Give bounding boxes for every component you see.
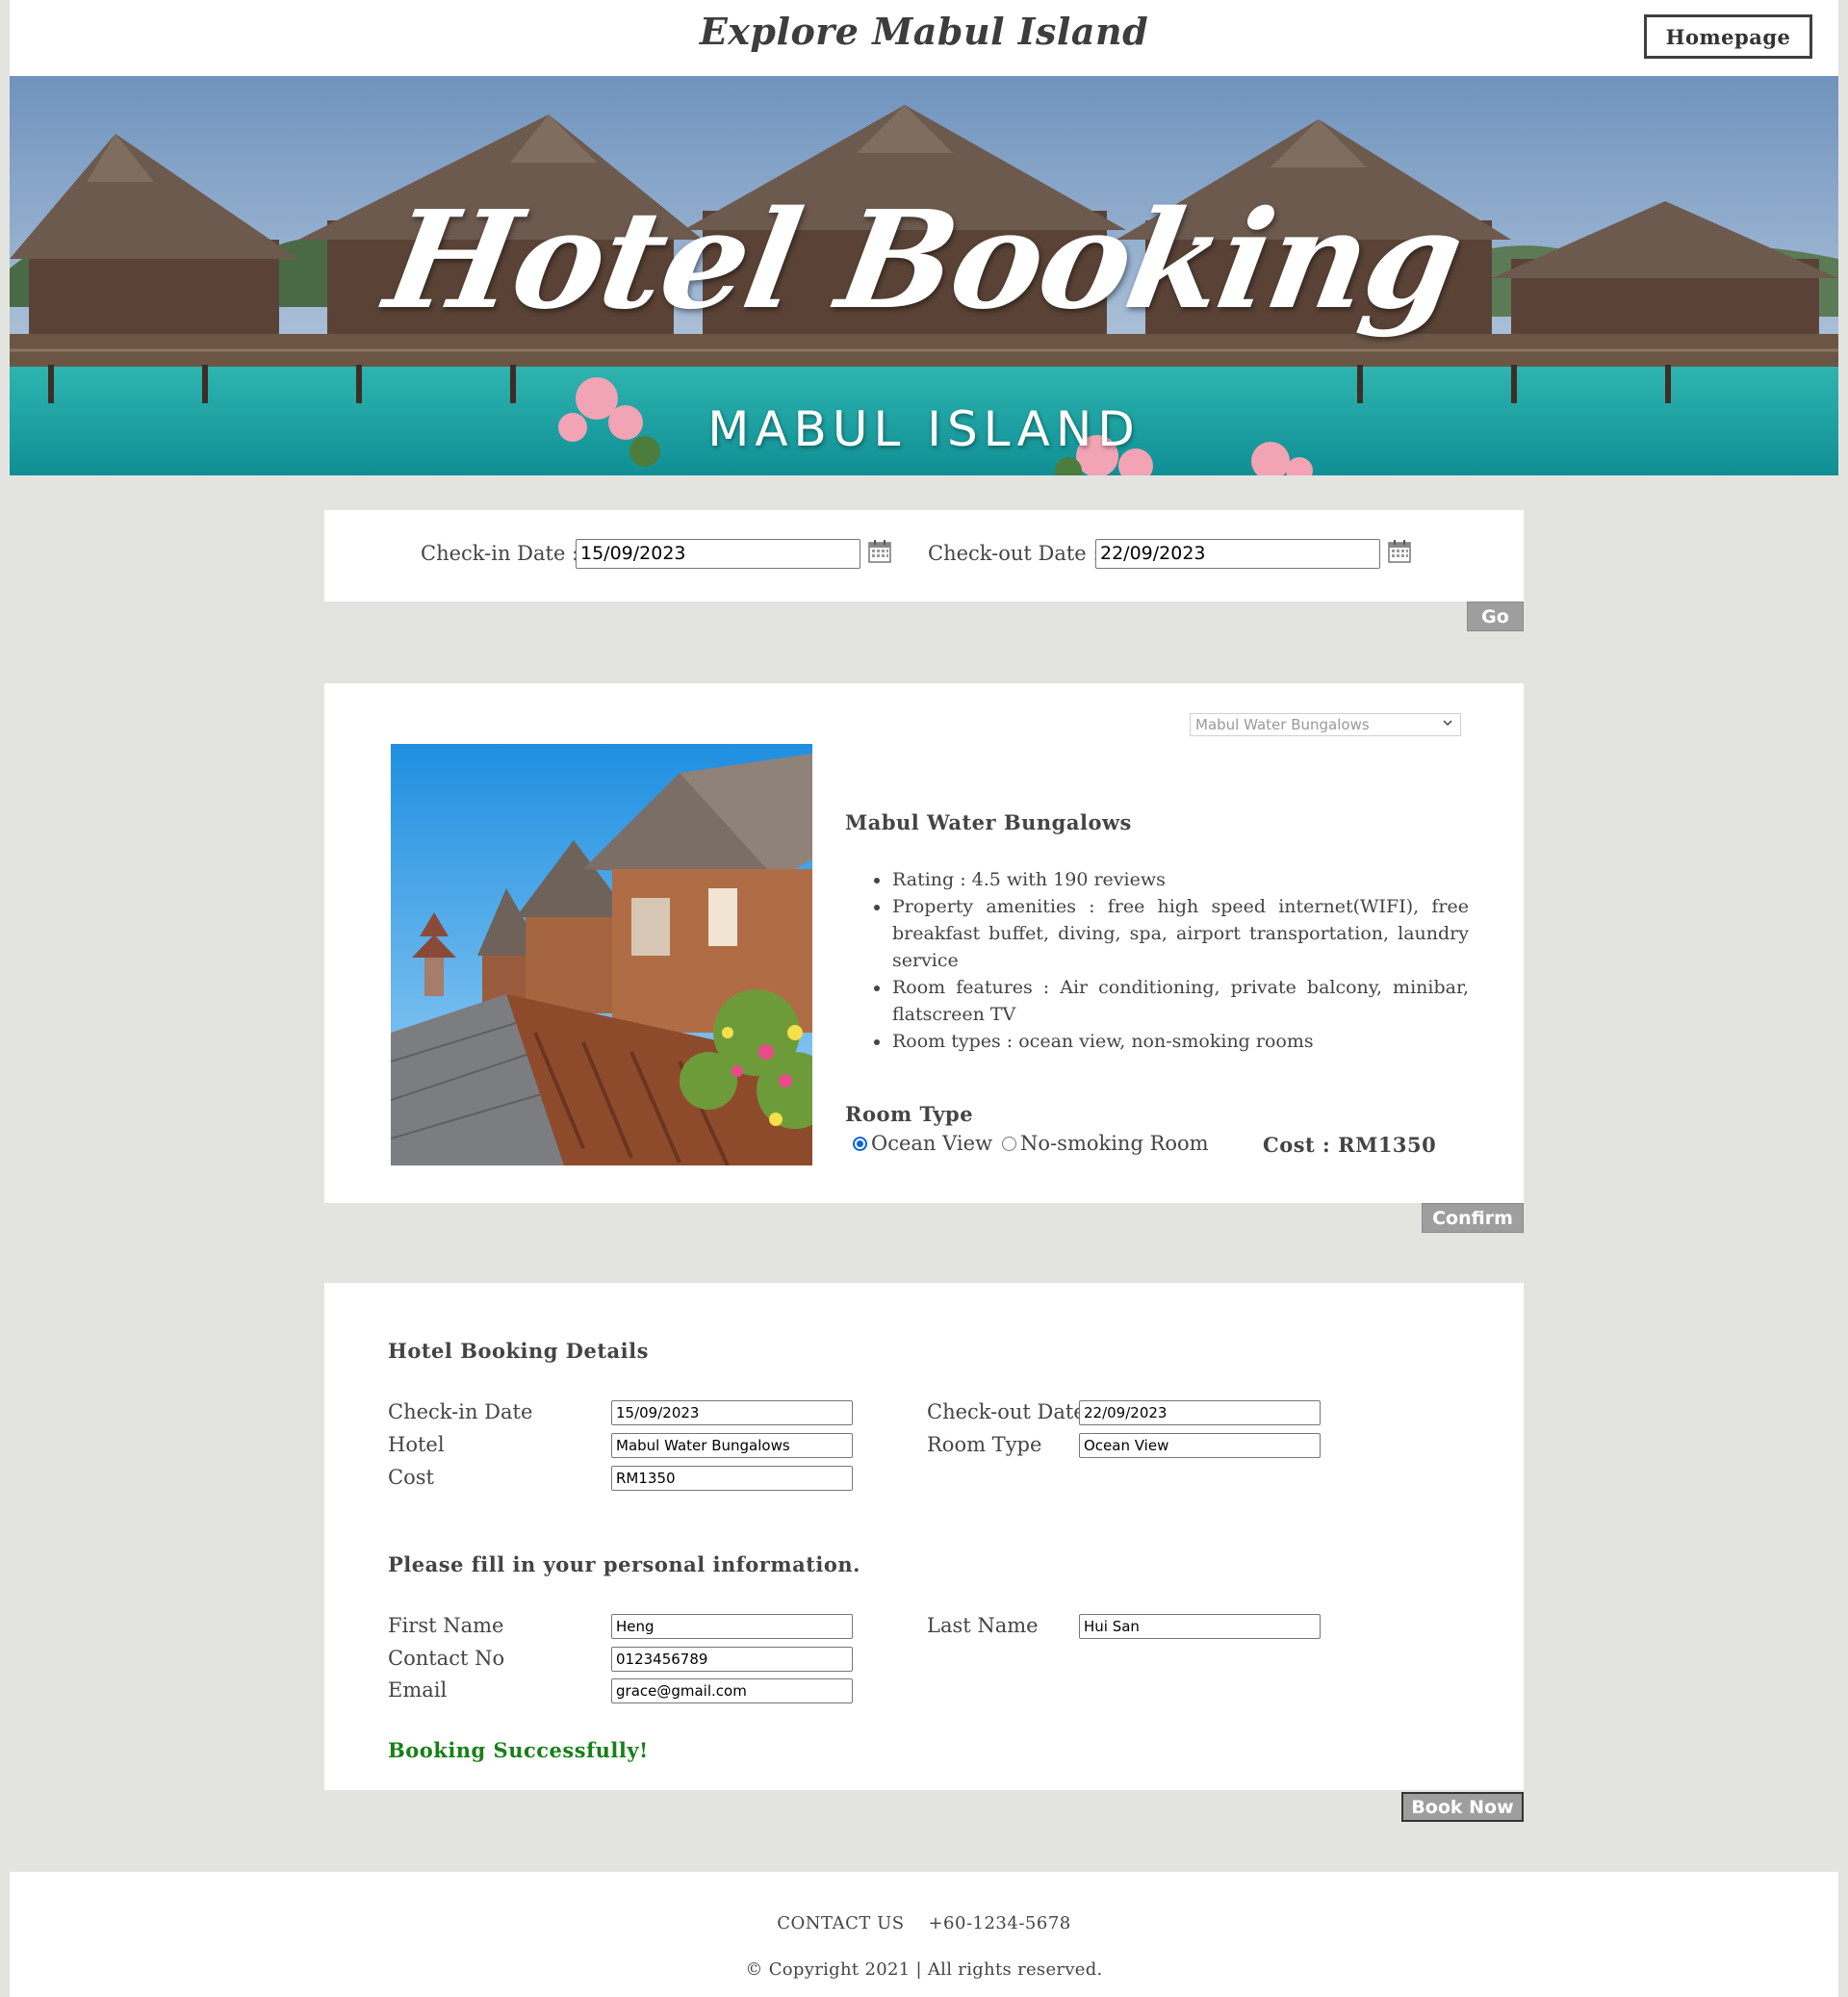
confirm-button[interactable]: Confirm — [1422, 1203, 1524, 1233]
first-name-label: First Name — [388, 1614, 504, 1637]
feature-room-types: Room types : ocean view, non-smoking roo… — [845, 1028, 1469, 1055]
feature-rating: Rating : 4.5 with 190 reviews — [845, 866, 1469, 893]
booking-cost-label: Cost — [388, 1466, 434, 1489]
footer-copyright: © Copyright 2021 | All rights reserved. — [745, 1959, 1103, 1980]
ocean-view-label[interactable]: Ocean View — [871, 1132, 992, 1155]
room-type-radio-group: Ocean View No-smoking Room — [853, 1132, 1209, 1155]
hotel-photo — [391, 744, 812, 1165]
room-cost: Cost : RM1350 — [1263, 1133, 1437, 1157]
hotel-select-value: Mabul Water Bungalows — [1195, 716, 1370, 733]
booking-details-panel: Hotel Booking Details Check-in Date 15/0… — [324, 1283, 1524, 1790]
calendar-icon[interactable] — [1387, 539, 1412, 564]
last-name-label: Last Name — [927, 1614, 1039, 1637]
hotel-info-panel: Mabul Water Bungalows Mabul Water Bungal… — [324, 683, 1524, 1203]
room-type-title: Room Type — [845, 1102, 974, 1126]
site-footer: CONTACT US +60-1234-5678 © Copyright 202… — [10, 1872, 1838, 1997]
personal-info-title: Please fill in your personal information… — [388, 1552, 860, 1576]
booking-room-type-label: Room Type — [927, 1433, 1042, 1456]
hero-title: Hotel Booking — [375, 182, 1473, 340]
booking-hotel-label: Hotel — [388, 1433, 445, 1456]
first-name-input[interactable]: Heng — [611, 1614, 853, 1639]
date-search-panel: Check-in Date : 15/09/2023 Check-out Dat… — [324, 510, 1524, 602]
footer-contact: CONTACT US +60-1234-5678 — [777, 1913, 1071, 1933]
calendar-icon[interactable] — [867, 539, 892, 564]
feature-room-features: Room features : Air conditioning, privat… — [845, 974, 1469, 1028]
email-label: Email — [388, 1678, 448, 1702]
booking-checkin-label: Check-in Date — [388, 1400, 533, 1423]
checkout-date-input[interactable]: 22/09/2023 — [1095, 539, 1380, 569]
hotel-select[interactable]: Mabul Water Bungalows — [1190, 713, 1461, 736]
booking-success-message: Booking Successfully! — [388, 1738, 649, 1762]
booking-hotel-input[interactable]: Mabul Water Bungalows — [611, 1433, 853, 1458]
booking-room-type-input[interactable]: Ocean View — [1079, 1433, 1321, 1458]
booking-cost-input[interactable]: RM1350 — [611, 1466, 853, 1491]
site-title: Explore Mabul Island — [699, 10, 1149, 53]
hero-banner: Hotel Booking MABUL ISLAND — [10, 76, 1838, 475]
booking-checkin-input[interactable]: 15/09/2023 — [611, 1400, 853, 1425]
checkin-label: Check-in Date : — [421, 542, 579, 565]
hotel-name: Mabul Water Bungalows — [845, 810, 1132, 834]
contact-input[interactable]: 0123456789 — [611, 1647, 853, 1672]
go-button[interactable]: Go — [1467, 602, 1524, 631]
checkin-date-input[interactable]: 15/09/2023 — [576, 539, 860, 569]
feature-amenities: Property amenities : free high speed int… — [845, 893, 1469, 974]
homepage-button[interactable]: Homepage — [1644, 14, 1812, 59]
last-name-input[interactable]: Hui San — [1079, 1614, 1321, 1639]
no-smoking-radio[interactable] — [1002, 1136, 1017, 1151]
email-input[interactable]: grace@gmail.com — [611, 1678, 853, 1703]
book-now-button[interactable]: Book Now — [1401, 1792, 1524, 1822]
site-header: Explore Mabul Island Homepage — [10, 0, 1838, 76]
booking-checkout-label: Check-out Date — [927, 1400, 1086, 1423]
checkout-label: Check-out Date : — [928, 542, 1100, 565]
contact-label: Contact No — [388, 1647, 505, 1670]
booking-checkout-input[interactable]: 22/09/2023 — [1079, 1400, 1321, 1425]
chevron-down-icon — [1443, 720, 1452, 727]
no-smoking-label[interactable]: No-smoking Room — [1020, 1132, 1209, 1155]
ocean-view-radio[interactable] — [853, 1136, 867, 1151]
hero-subtitle: MABUL ISLAND — [707, 401, 1141, 457]
hotel-features-list: Rating : 4.5 with 190 reviews Property a… — [845, 866, 1469, 1055]
booking-details-title: Hotel Booking Details — [388, 1339, 649, 1363]
